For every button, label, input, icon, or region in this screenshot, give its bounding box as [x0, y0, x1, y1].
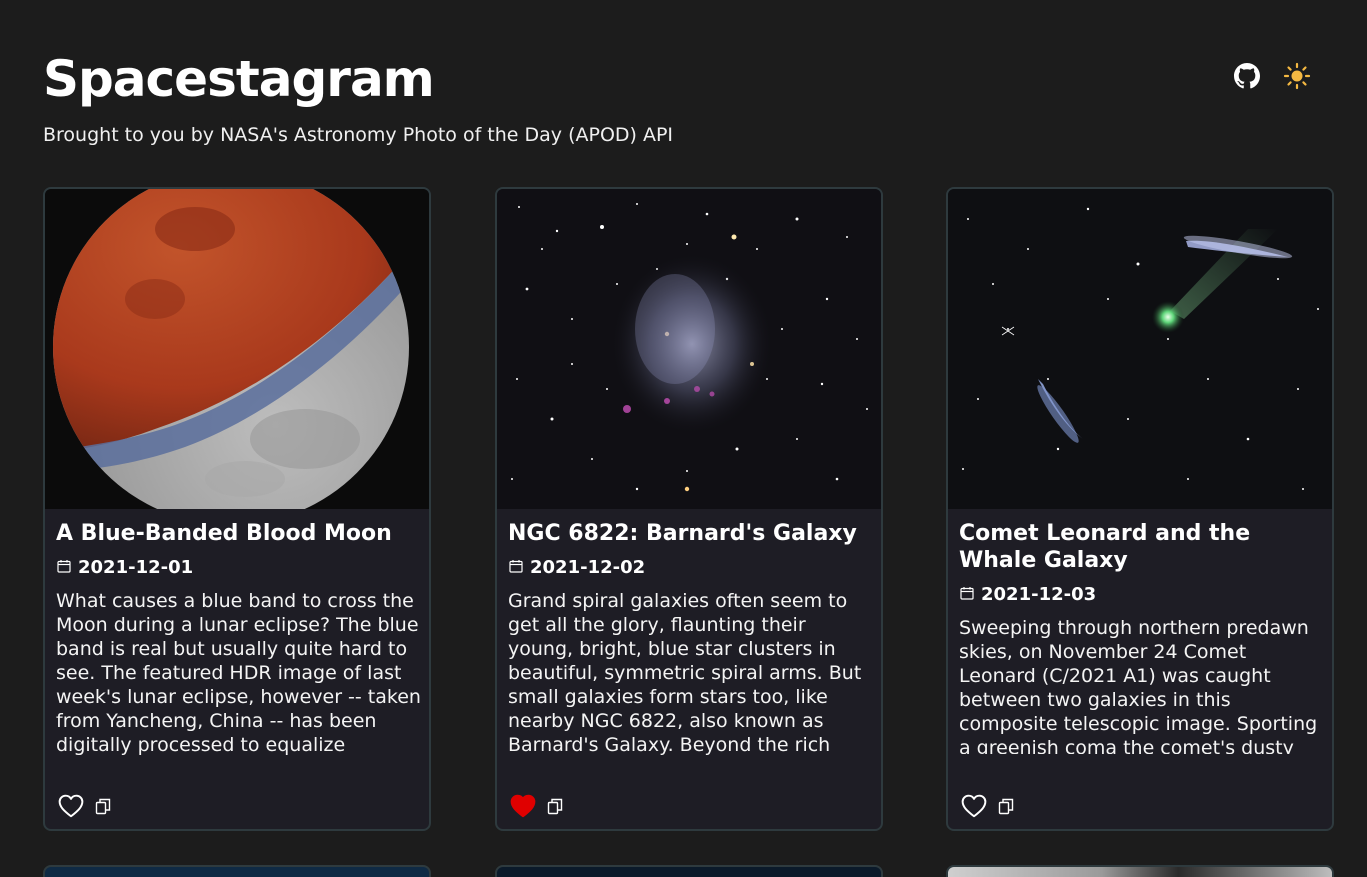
like-heart-icon[interactable]	[961, 794, 987, 818]
calendar-icon	[960, 584, 974, 605]
copy-icon[interactable]	[546, 797, 564, 815]
apod-card-next-row	[946, 865, 1334, 877]
page: Spacestagram Brought to you by NASA's As…	[0, 0, 1367, 877]
card-actions	[58, 794, 112, 818]
github-icon[interactable]	[1233, 62, 1261, 90]
card-date: 2021-12-02	[509, 557, 645, 578]
apod-card: A Blue-Banded Blood Moon 2021-12-01 What…	[43, 187, 431, 831]
card-title: A Blue-Banded Blood Moon	[56, 521, 392, 546]
card-description: What causes a blue band to cross the Moo…	[56, 590, 421, 756]
card-date: 2021-12-01	[57, 557, 193, 578]
apod-card-next-row	[43, 865, 431, 877]
liked-heart-icon[interactable]	[510, 794, 536, 818]
apod-image-comet-leonard	[948, 189, 1332, 509]
card-date: 2021-12-03	[960, 584, 1096, 605]
apod-card: NGC 6822: Barnard's Galaxy 2021-12-02 Gr…	[495, 187, 883, 831]
calendar-icon	[509, 557, 523, 578]
card-title: Comet Leonard and the Whale Galaxy	[959, 521, 1251, 573]
card-date-text: 2021-12-02	[530, 557, 646, 578]
copy-icon[interactable]	[94, 797, 112, 815]
card-title: NGC 6822: Barnard's Galaxy	[508, 521, 857, 546]
apod-image-barnards-galaxy	[497, 189, 881, 509]
card-actions	[510, 794, 564, 818]
card-description: Grand spiral galaxies often seem to get …	[508, 590, 862, 756]
theme-toggle-sun-icon[interactable]	[1283, 62, 1311, 90]
apod-card-next-row	[495, 865, 883, 877]
header-actions	[1233, 62, 1311, 90]
site-subtitle: Brought to you by NASA's Astronomy Photo…	[43, 124, 674, 146]
card-date-text: 2021-12-03	[981, 584, 1097, 605]
site-title: Spacestagram	[43, 50, 435, 108]
apod-card: Comet Leonard and the Whale Galaxy 2021-…	[946, 187, 1334, 831]
calendar-icon	[57, 557, 71, 578]
copy-icon[interactable]	[997, 797, 1015, 815]
like-heart-icon[interactable]	[58, 794, 84, 818]
apod-image-blood-moon	[45, 189, 429, 509]
card-description: Sweeping through northern predawn skies,…	[959, 617, 1318, 754]
card-actions	[961, 794, 1015, 818]
card-date-text: 2021-12-01	[78, 557, 194, 578]
